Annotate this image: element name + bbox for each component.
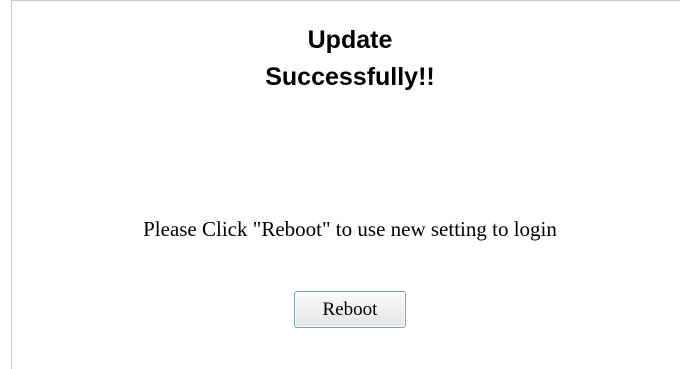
heading-update: Update [307, 26, 393, 54]
update-success-panel: Update Successfully!! Please Click "Rebo… [0, 0, 680, 369]
reboot-instruction-text: Please Click "Reboot" to use new setting… [143, 217, 557, 241]
heading-successfully: Successfully!! [265, 63, 435, 91]
reboot-button[interactable]: Reboot [294, 291, 406, 328]
